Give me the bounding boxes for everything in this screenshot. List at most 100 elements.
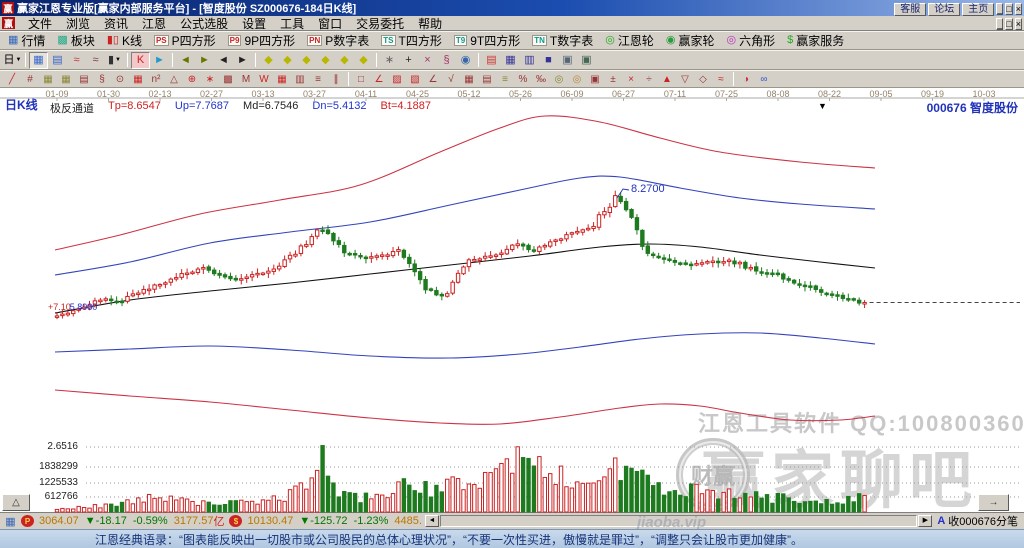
chart-area[interactable]: 江恩工具软件 QQ:100800360 赢家聊吧 财赢 01-0901-3002…: [0, 88, 1024, 513]
menu-window[interactable]: 窗口: [311, 15, 349, 32]
yinyang-icon[interactable]: ◑: [737, 72, 755, 87]
golden-ring-icon[interactable]: ◎: [568, 72, 586, 87]
small-wave-button[interactable]: ≈: [67, 52, 86, 69]
percent-tool-icon[interactable]: %: [514, 72, 532, 87]
dense-grid-icon[interactable]: ▦: [460, 72, 478, 87]
menu-formula-stock-picking[interactable]: 公式选股: [173, 15, 235, 32]
p-number-table-button[interactable]: PNP数字表: [302, 30, 376, 51]
menu-tools[interactable]: 工具: [273, 15, 311, 32]
gann-fan-icon[interactable]: ∠: [370, 72, 388, 87]
last-bar-button[interactable]: ►: [195, 52, 214, 69]
wave-check-icon[interactable]: √: [442, 72, 460, 87]
next-bar-button[interactable]: ►: [233, 52, 252, 69]
calculator-button[interactable]: ▦: [501, 52, 520, 69]
p9-square-button[interactable]: P99P四方形: [223, 30, 302, 51]
crosshair-button[interactable]: +: [399, 52, 418, 69]
export-button[interactable]: ▣: [577, 52, 596, 69]
first-bar-button[interactable]: ◄: [176, 52, 195, 69]
calendar-button[interactable]: ▤: [482, 52, 501, 69]
parallel-lines-icon[interactable]: ∥: [327, 72, 345, 87]
infinity-icon[interactable]: ∞: [755, 72, 773, 87]
big-wave-button[interactable]: ≈: [86, 52, 105, 69]
time-cycle-icon[interactable]: ⊙: [111, 72, 129, 87]
kline-button[interactable]: ▮▯K线: [102, 30, 149, 51]
menu-trade-order[interactable]: 交易委托: [349, 15, 411, 32]
child-restore-button[interactable]: □: [1005, 18, 1012, 30]
customer-service-button[interactable]: 客服: [894, 3, 926, 16]
menu-settings[interactable]: 设置: [235, 15, 273, 32]
n-square-icon[interactable]: n²: [147, 72, 165, 87]
restore-button[interactable]: □: [1005, 3, 1012, 15]
shaded-rect-icon[interactable]: ▨: [388, 72, 406, 87]
triangle-tool-icon[interactable]: △: [165, 72, 183, 87]
square-of-nine-icon[interactable]: ▦: [129, 72, 147, 87]
minimize-button[interactable]: _: [996, 3, 1003, 15]
sz-index-value[interactable]: 10130.47: [247, 515, 293, 527]
data-table-icon[interactable]: ▤: [75, 72, 93, 87]
sh-index-value[interactable]: 3064.07: [39, 515, 79, 527]
gann-angle-1-button[interactable]: ◆: [259, 52, 278, 69]
erase-tool-button[interactable]: ×: [418, 52, 437, 69]
diamond-tool-icon[interactable]: ◇: [694, 72, 712, 87]
hatched-rect-icon[interactable]: ▧: [406, 72, 424, 87]
market-grid-icon[interactable]: ▦: [4, 515, 17, 527]
status-scroll-left-button[interactable]: ◄: [425, 515, 439, 527]
forum-button[interactable]: 论坛: [928, 3, 960, 16]
plus-minus-icon[interactable]: ±: [604, 72, 622, 87]
levels-icon[interactable]: ≡: [309, 72, 327, 87]
t-number-table-button[interactable]: TNT数字表: [527, 30, 600, 51]
lined-box-icon[interactable]: ▤: [478, 72, 496, 87]
golden-circle-icon[interactable]: ◎: [550, 72, 568, 87]
down-triangle-icon[interactable]: ▽: [676, 72, 694, 87]
kline-window-button[interactable]: ▦: [29, 52, 48, 69]
gann-angle-2-button[interactable]: ◆: [278, 52, 297, 69]
hand-tool-button[interactable]: ∗: [380, 52, 399, 69]
hexagon-button[interactable]: ◎六角形: [721, 30, 782, 51]
report-view-button[interactable]: ▤: [48, 52, 67, 69]
divide-tool-icon[interactable]: ÷: [640, 72, 658, 87]
time-grid-icon[interactable]: ▦: [39, 72, 57, 87]
winner-wheel-button[interactable]: ◉赢家轮: [661, 30, 722, 51]
filled-box-icon[interactable]: ▣: [586, 72, 604, 87]
child-minimize-button[interactable]: _: [996, 18, 1003, 30]
tool-settings-button[interactable]: §: [437, 52, 456, 69]
kline-style-button[interactable]: K: [131, 52, 150, 69]
homepage-button[interactable]: 主页: [962, 3, 994, 16]
p-square-button[interactable]: PSP四方形: [149, 30, 223, 51]
angle-tool-icon[interactable]: ∠: [424, 72, 442, 87]
gann-grid-icon[interactable]: #: [21, 72, 39, 87]
winner-service-button[interactable]: $赢家服务: [782, 30, 851, 51]
m-wave-icon[interactable]: M: [237, 72, 255, 87]
triple-line-icon[interactable]: ≡: [496, 72, 514, 87]
t9-square-button[interactable]: T99T四方形: [449, 30, 527, 51]
sh-index-icon[interactable]: P: [21, 515, 34, 527]
circle-cross-icon[interactable]: ⊕: [183, 72, 201, 87]
price-grid-icon[interactable]: ▦: [57, 72, 75, 87]
sz-index-icon[interactable]: $: [229, 515, 242, 527]
menu-browse[interactable]: 浏览: [59, 15, 97, 32]
price-box-icon[interactable]: ▦: [273, 72, 291, 87]
period-day-selector[interactable]: 日▼: [3, 52, 22, 69]
w-wave-icon[interactable]: W: [255, 72, 273, 87]
play-flag-button[interactable]: ►: [150, 52, 169, 69]
memo-button[interactable]: ▥: [520, 52, 539, 69]
rect-tool-icon[interactable]: □: [352, 72, 370, 87]
expand-volume-button[interactable]: △: [2, 494, 30, 511]
quotes-button[interactable]: ▦行情: [3, 30, 52, 51]
shaded-square-icon[interactable]: ▩: [219, 72, 237, 87]
sectors-button[interactable]: ▩板块: [52, 30, 101, 51]
chart-scroll-right-button[interactable]: →: [978, 494, 1009, 511]
price-volume-chart[interactable]: [0, 88, 1024, 513]
wave-tool-icon[interactable]: ≈: [712, 72, 730, 87]
gann-angle-4-button[interactable]: ◆: [316, 52, 335, 69]
gann-wheel-button[interactable]: ◎江恩轮: [600, 30, 661, 51]
multiply-tool-icon[interactable]: ×: [622, 72, 640, 87]
magnifier-button[interactable]: ◉: [456, 52, 475, 69]
menu-file[interactable]: 文件: [21, 15, 59, 32]
close-button[interactable]: ×: [1015, 3, 1022, 15]
gann-angle-6-button[interactable]: ◆: [354, 52, 373, 69]
gann-angle-3-button[interactable]: ◆: [297, 52, 316, 69]
candle-style-selector[interactable]: ▮▼: [105, 52, 124, 69]
spiral-icon[interactable]: §: [93, 72, 111, 87]
menu-news[interactable]: 资讯: [97, 15, 135, 32]
